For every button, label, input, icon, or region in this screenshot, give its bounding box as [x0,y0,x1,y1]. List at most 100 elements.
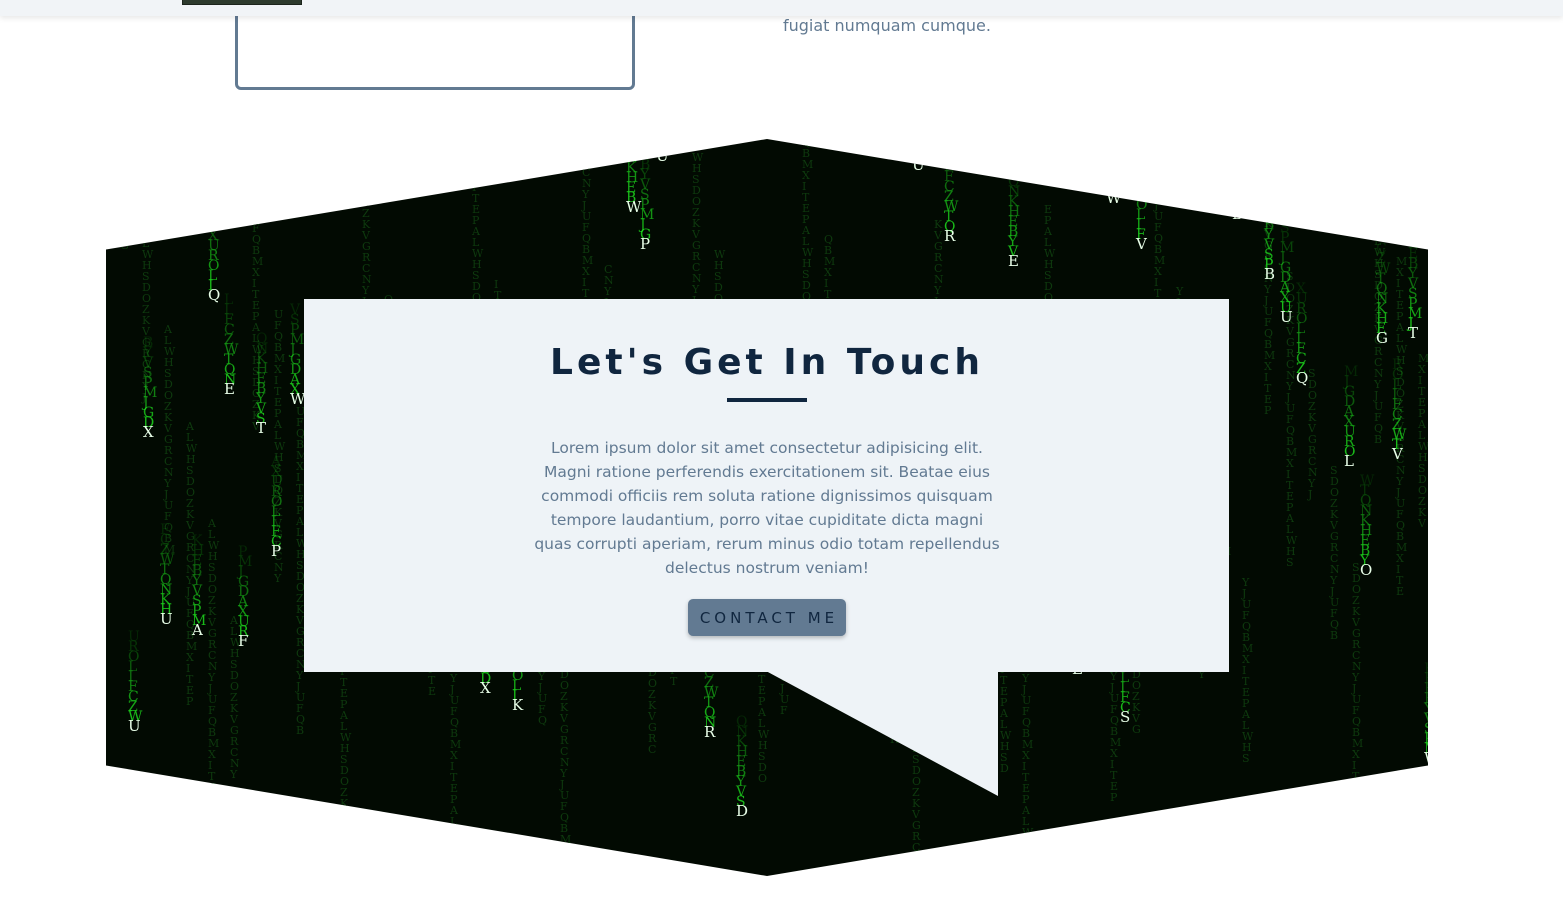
matrix-glyph-trail: K [912,139,923,154]
matrix-glyph-trail: V [289,302,301,318]
matrix-glyph-trail: W [1360,473,1375,489]
matrix-glyph-faint: I [1374,180,1378,193]
matrix-glyph-faint: M [560,833,571,846]
matrix-glyph-trail: T [626,139,636,146]
matrix-glyph-faint: D [1022,859,1031,872]
matrix-glyph-head: U [128,717,141,735]
matrix-glyph-head: U [912,156,925,174]
matrix-glyph-trail: K [192,533,203,549]
matrix-glyph-faint: S [1022,848,1030,861]
matrix-glyph-faint: W [450,826,462,839]
matrix-glyph-trail: H [1264,197,1276,213]
matrix-glyph-trail: D [1136,147,1147,163]
matrix-glyph-head: V [1135,235,1148,253]
matrix-glyph-trail: L [224,292,233,308]
matrix-glyph-faint: S [208,847,216,860]
matrix-glyph-trail: A [270,454,282,470]
matrix-glyph-head: X [480,679,491,697]
matrix-glyph-faint: B [1374,433,1382,446]
matrix-glyph-head: V [1391,445,1404,463]
matrix-glyph-faint: O [758,772,767,785]
matrix-glyph-faint: Q [538,714,547,727]
matrix-glyph-trail: H [912,148,924,164]
matrix-glyph-head: B [1264,265,1275,283]
matrix-glyph-trail: F [160,522,170,538]
matrix-glyph-faint: K [120,217,129,230]
matrix-glyph-faint: Z [1264,206,1272,219]
matrix-glyph-faint: W [120,151,132,164]
matrix-glyph-faint: T [1374,191,1382,204]
matrix-glyph-faint: X [1374,169,1382,182]
contact-me-button[interactable]: CONTACT ME [688,599,846,636]
matrix-glyph-trail: W [1232,157,1247,173]
matrix-glyph-faint: Z [120,206,128,219]
matrix-glyph-trail: F [1232,139,1242,143]
matrix-glyph-trail: L [656,139,665,155]
matrix-glyph-faint: B [1330,629,1338,642]
title-underline [727,398,807,402]
matrix-glyph-faint: O [120,195,129,208]
matrix-glyph-faint: T [670,675,678,688]
matrix-glyph-faint: L [450,815,458,828]
matrix-glyph-trail: A [1105,181,1117,197]
matrix-glyph-trail: K [1232,197,1243,213]
matrix-glyph-head: F [238,632,248,650]
matrix-glyph-faint: O [1022,870,1031,876]
nav-logo-thumbnail[interactable] [182,0,302,5]
matrix-glyph-trail: K [1264,187,1275,203]
matrix-glyph-head: O [1360,561,1372,579]
matrix-glyph-faint: A [207,803,217,816]
matrix-glyph-faint: L [120,140,128,153]
matrix-glyph-trail: L [944,149,953,165]
matrix-glyph-trail: P [1106,139,1115,147]
matrix-glyph-trail: O [944,139,955,155]
matrix-glyph-head: W [1106,189,1122,207]
matrix-glyph-faint: E [1396,585,1404,598]
matrix-glyph-faint: M [1374,158,1385,171]
matrix-glyph-trail: P [238,544,247,560]
matrix-glyph-faint: D [120,184,129,197]
matrix-glyph-head: W [1424,749,1428,767]
top-navbar [0,0,1563,16]
matrix-glyph-faint: Y [273,572,282,585]
previous-section-text: fugiat numquam cumque. [783,16,991,35]
matrix-glyph-head: U [656,147,669,165]
contact-title: Let's Get In Touch [550,342,984,383]
matrix-glyph-trail: S [1280,220,1290,236]
matrix-glyph-trail: O [1136,197,1147,213]
matrix-glyph-faint: W [208,825,220,838]
matrix-glyph-trail: E [1264,207,1274,223]
matrix-glyph-faint: E [428,685,436,698]
matrix-glyph-faint: C [648,743,656,756]
matrix-glyph-trail: T [1008,164,1018,180]
matrix-glyph-faint: L [208,814,216,827]
matrix-glyph-faint: T [1352,770,1360,783]
matrix-glyph-faint: U [252,211,261,224]
matrix-glyph-faint: G [120,239,129,252]
matrix-glyph-trail: Q [1232,177,1243,193]
matrix-glyph-head: B [1232,205,1243,223]
matrix-glyph-trail: O [656,139,667,145]
matrix-glyph-trail: Q [626,140,637,156]
matrix-glyph-head: U [1280,308,1293,326]
matrix-glyph-trail: K [1424,661,1428,677]
matrix-glyph-trail: C [1376,241,1387,257]
matrix-glyph-faint: E [208,781,216,794]
matrix-glyph-faint: N [912,852,922,865]
matrix-glyph-trail: N [626,150,638,166]
matrix-glyph-trail: I [944,159,950,175]
matrix-glyph-faint: H [1022,837,1032,850]
matrix-glyph-faint: H [450,837,460,850]
matrix-glyph-faint: C [912,841,920,854]
matrix-glyph-head: Q [208,286,220,304]
matrix-glyph-head: X [143,423,154,441]
matrix-glyph-trail: C [1232,139,1243,153]
page: fugiat numquam cumque. ALWHSDOZKVGALWHSD… [0,0,1563,906]
matrix-glyph-head: S [1120,708,1130,726]
matrix-glyph-head: E [1008,252,1019,270]
matrix-glyph-faint: E [1374,202,1382,215]
matrix-glyph-faint: A [119,139,129,142]
matrix-glyph-trail: D [208,208,219,224]
matrix-glyph-faint: B [296,724,304,737]
matrix-glyph-head: A [191,621,203,639]
